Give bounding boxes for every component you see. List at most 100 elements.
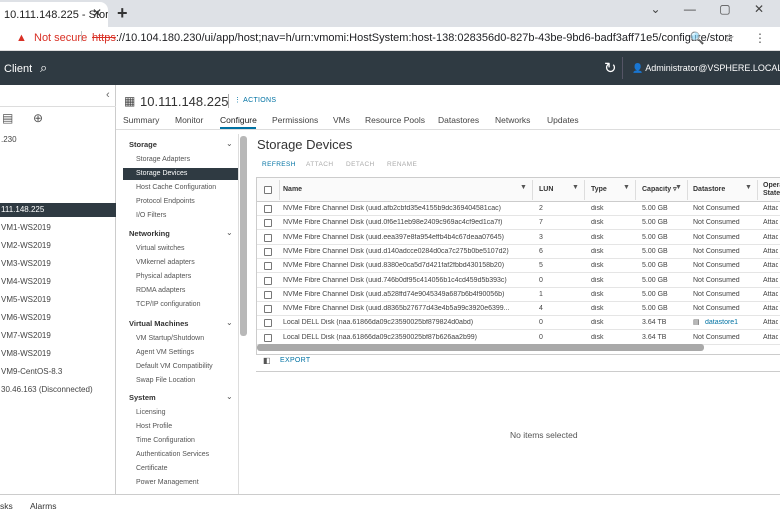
- menu-item-licensing[interactable]: Licensing: [123, 407, 238, 419]
- tab-networks[interactable]: Networks: [495, 115, 530, 125]
- menu-item-time-configuration[interactable]: Time Configuration: [123, 435, 238, 447]
- grid-horizontal-scrollbar[interactable]: [257, 344, 704, 351]
- menu-item-authentication-services[interactable]: Authentication Services: [123, 449, 238, 461]
- tab-datastores[interactable]: Datastores: [438, 115, 479, 125]
- navigator-item[interactable]: VM4-WS2019: [0, 275, 116, 289]
- column-header-0[interactable]: Name: [283, 186, 302, 194]
- menu-item-physical-adapters[interactable]: Physical adapters: [123, 271, 238, 283]
- chevron-down-icon[interactable]: ⌄: [226, 139, 233, 148]
- row-checkbox[interactable]: [264, 219, 272, 228]
- column-header-2[interactable]: Type: [591, 186, 607, 194]
- menu-item-host-cache-configuration[interactable]: Host Cache Configuration: [123, 182, 238, 194]
- menu-section-networking[interactable]: Networking: [129, 229, 170, 238]
- warning-icon[interactable]: ▲: [16, 32, 27, 44]
- chevron-down-icon[interactable]: ⌄: [226, 318, 233, 327]
- column-header-3[interactable]: Capacity ▿: [642, 186, 677, 194]
- menu-item-storage-devices[interactable]: Storage Devices: [123, 168, 238, 180]
- row-checkbox[interactable]: [264, 233, 272, 242]
- menu-item-virtual-switches[interactable]: Virtual switches: [123, 243, 238, 255]
- tab-monitor[interactable]: Monitor: [175, 115, 203, 125]
- search-icon[interactable]: ⌕: [40, 60, 47, 76]
- filter-icon[interactable]: ▼: [623, 184, 630, 191]
- table-row[interactable]: Local DELL Disk (naa.61866da09c23590025b…: [257, 316, 780, 331]
- menu-item-vmkernel-adapters[interactable]: VMkernel adapters: [123, 257, 238, 269]
- column-header-5[interactable]: Opera State: [763, 182, 780, 198]
- row-checkbox[interactable]: [264, 305, 272, 314]
- navigator-item[interactable]: VM6-WS2019: [0, 311, 116, 325]
- filter-icon[interactable]: ▼: [572, 184, 579, 191]
- filter-icon[interactable]: ▼: [675, 184, 682, 191]
- filter-icon[interactable]: ▼: [745, 184, 752, 191]
- close-tab-icon[interactable]: ✕: [92, 6, 102, 20]
- network-icon[interactable]: ⊕: [33, 111, 43, 125]
- menu-section-system[interactable]: System: [129, 393, 156, 402]
- window-controls[interactable]: ⌄ — ▢ ✕: [651, 2, 774, 16]
- collapse-icon[interactable]: ‹: [106, 89, 110, 101]
- table-row[interactable]: NVMe Fibre Channel Disk (uuid.0f6e11eb98…: [257, 216, 780, 231]
- navigator-item[interactable]: .230: [0, 133, 116, 147]
- navigator-item[interactable]: VM2-WS2019: [0, 239, 116, 253]
- hosts-clusters-icon[interactable]: ▤: [2, 111, 13, 125]
- table-row[interactable]: NVMe Fibre Channel Disk (uuid.d8365b2767…: [257, 302, 780, 317]
- select-all-checkbox[interactable]: [264, 186, 272, 194]
- tab-updates[interactable]: Updates: [547, 115, 579, 125]
- table-row[interactable]: NVMe Fibre Channel Disk (uuid.8380e0ca5d…: [257, 259, 780, 274]
- row-checkbox[interactable]: [264, 290, 272, 299]
- navigator-item[interactable]: VM7-WS2019: [0, 329, 116, 343]
- recent-tasks-tab[interactable]: sks: [0, 501, 13, 511]
- row-checkbox[interactable]: [264, 262, 272, 271]
- navigator-item[interactable]: 111.148.225: [0, 203, 116, 217]
- tab-permissions[interactable]: Permissions: [272, 115, 318, 125]
- menu-item-power-management[interactable]: Power Management: [123, 477, 238, 489]
- configure-menu-scrollbar[interactable]: [240, 136, 247, 336]
- new-tab-icon[interactable]: +: [117, 3, 128, 24]
- table-row[interactable]: NVMe Fibre Channel Disk (uuid.afb2cbfd35…: [257, 202, 780, 216]
- table-row[interactable]: Local DELL Disk (naa.61866da09c23590025b…: [257, 331, 780, 345]
- row-checkbox[interactable]: [264, 205, 272, 213]
- alarms-tab[interactable]: Alarms: [30, 501, 56, 511]
- navigator-item[interactable]: VM9-CentOS-8.3: [0, 365, 116, 379]
- export-icon[interactable]: ◧: [263, 356, 271, 365]
- menu-item-protocol-endpoints[interactable]: Protocol Endpoints: [123, 196, 238, 208]
- url-field[interactable]: https://10.104.180.230/ui/app/host;nav=h…: [92, 32, 732, 44]
- tab-summary[interactable]: Summary: [123, 115, 159, 125]
- table-row[interactable]: NVMe Fibre Channel Disk (uuid.746b0df95c…: [257, 274, 780, 288]
- table-row[interactable]: NVMe Fibre Channel Disk (uuid.d140adcce0…: [257, 245, 780, 259]
- navigator-item[interactable]: 30.46.163 (Disconnected): [0, 383, 116, 397]
- menu-item-default-vm-compatibility[interactable]: Default VM Compatibility: [123, 361, 238, 373]
- row-checkbox[interactable]: [264, 319, 272, 328]
- chevron-down-icon[interactable]: ⌄: [226, 392, 233, 401]
- refresh-icon[interactable]: ↻: [604, 59, 617, 77]
- address-bar-icons[interactable]: 🔍 ☆ ⋮: [690, 31, 774, 45]
- actions-button[interactable]: ⋮ ACTIONS: [234, 96, 276, 104]
- menu-item-tcp-ip-configuration[interactable]: TCP/IP configuration: [123, 299, 238, 311]
- tab-configure[interactable]: Configure: [220, 115, 257, 125]
- navigator-item[interactable]: VM5-WS2019: [0, 293, 116, 307]
- filter-icon[interactable]: ▼: [520, 184, 527, 191]
- export-button[interactable]: EXPORT: [280, 357, 310, 364]
- navigator-item[interactable]: VM3-WS2019: [0, 257, 116, 271]
- cell-datastore[interactable]: datastore1: [705, 319, 738, 326]
- navigator-item[interactable]: VM8-WS2019: [0, 347, 116, 361]
- menu-item-i-o-filters[interactable]: I/O Filters: [123, 210, 238, 222]
- row-checkbox[interactable]: [264, 333, 272, 342]
- menu-item-agent-vm-settings[interactable]: Agent VM Settings: [123, 347, 238, 359]
- menu-item-swap-file-location[interactable]: Swap File Location: [123, 375, 238, 387]
- menu-item-rdma-adapters[interactable]: RDMA adapters: [123, 285, 238, 297]
- column-header-1[interactable]: LUN: [539, 186, 553, 194]
- user-menu[interactable]: 👤 Administrator@VSPHERE.LOCAL ⌄: [632, 63, 780, 74]
- table-row[interactable]: NVMe Fibre Channel Disk (uuid.a528ffd74e…: [257, 288, 780, 302]
- row-checkbox[interactable]: [264, 276, 272, 285]
- tab-vms[interactable]: VMs: [333, 115, 350, 125]
- menu-item-certificate[interactable]: Certificate: [123, 463, 238, 475]
- menu-item-storage-adapters[interactable]: Storage Adapters: [123, 154, 238, 166]
- chevron-down-icon[interactable]: ⌄: [226, 228, 233, 237]
- button-refresh[interactable]: REFRESH: [262, 161, 296, 168]
- menu-section-storage[interactable]: Storage: [129, 140, 157, 149]
- table-row[interactable]: NVMe Fibre Channel Disk (uuid.eea397e8fa…: [257, 231, 780, 245]
- menu-section-virtual-machines[interactable]: Virtual Machines: [129, 319, 188, 328]
- row-checkbox[interactable]: [264, 247, 272, 256]
- tab-resource-pools[interactable]: Resource Pools: [365, 115, 425, 125]
- column-header-4[interactable]: Datastore: [693, 186, 725, 194]
- menu-item-vm-startup-shutdown[interactable]: VM Startup/Shutdown: [123, 333, 238, 345]
